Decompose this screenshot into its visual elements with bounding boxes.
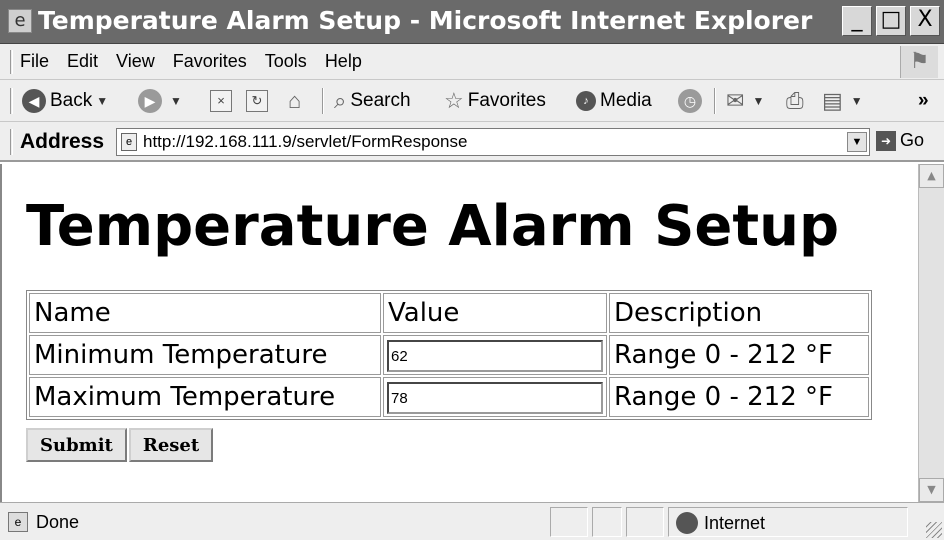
globe-icon	[676, 512, 698, 534]
toolbar-separator-2	[714, 88, 716, 114]
max-temp-cell	[383, 377, 607, 417]
form-buttons: Submit Reset	[26, 428, 215, 462]
minimize-button[interactable]: _	[842, 6, 872, 36]
standard-toolbar: ◀ Back ▼ ▶ ▼ × ↻ ⌂ ⌕ Search ☆ Favorites …	[0, 80, 944, 122]
windows-logo-icon: ⚑	[900, 46, 938, 78]
menu-favorites[interactable]: Favorites	[173, 51, 247, 72]
window-controls: _ □ X	[838, 6, 940, 36]
edit-dropdown-icon[interactable]: ▼	[851, 94, 863, 108]
page-viewport: Temperature Alarm Setup Name Value Descr…	[0, 164, 918, 502]
toolbar-grip[interactable]	[10, 88, 13, 114]
page-status-icon: e	[8, 512, 28, 532]
scroll-up-icon[interactable]: ▲	[919, 164, 944, 188]
submit-button[interactable]: Submit	[26, 428, 127, 462]
print-button[interactable]: ⎙	[786, 88, 808, 114]
menu-file[interactable]: File	[20, 51, 49, 72]
search-button[interactable]: ⌕ Search	[334, 88, 411, 114]
max-temp-input[interactable]	[387, 382, 603, 415]
status-panel	[592, 507, 622, 537]
back-button[interactable]: ◀ Back ▼	[22, 88, 108, 114]
window-title: Temperature Alarm Setup - Microsoft Inte…	[38, 6, 813, 35]
media-icon: ♪	[576, 91, 596, 111]
menu-help[interactable]: Help	[325, 51, 362, 72]
favorites-label: Favorites	[467, 90, 546, 111]
menu-view[interactable]: View	[116, 51, 155, 72]
menu-tools[interactable]: Tools	[265, 51, 307, 72]
mail-icon: ✉	[726, 88, 745, 113]
forward-arrow-icon: ▶	[138, 89, 162, 113]
address-bar: Address e http://192.168.111.9/servlet/F…	[0, 122, 944, 162]
menu-edit[interactable]: Edit	[67, 51, 98, 72]
back-dropdown-icon[interactable]: ▼	[96, 94, 108, 108]
mail-button[interactable]: ✉ ▼	[726, 88, 764, 114]
favorites-button[interactable]: ☆ Favorites	[444, 88, 546, 114]
media-button[interactable]: ♪ Media	[576, 88, 652, 114]
close-button[interactable]: X	[910, 6, 940, 36]
status-bar: e Done Internet	[0, 502, 944, 540]
status-text: Done	[36, 512, 80, 532]
history-button[interactable]: ◷	[678, 88, 706, 114]
ie-window-icon[interactable]: e	[8, 9, 32, 33]
zone-label: Internet	[704, 512, 766, 533]
history-icon: ◷	[678, 89, 702, 113]
reset-button[interactable]: Reset	[128, 428, 214, 462]
alarm-settings-table: Name Value Description Minimum Temperatu…	[26, 290, 872, 420]
home-icon: ⌂	[288, 88, 302, 113]
min-temp-cell	[383, 335, 607, 375]
star-icon: ☆	[444, 88, 464, 113]
go-button[interactable]: ➜ Go	[876, 130, 924, 151]
mail-dropdown-icon[interactable]: ▼	[752, 94, 764, 108]
table-row: Minimum Temperature Range 0 - 212 °F	[29, 335, 869, 375]
back-arrow-icon: ◀	[22, 89, 46, 113]
address-label: Address	[20, 130, 105, 153]
maximize-button[interactable]: □	[876, 6, 906, 36]
title-bar: e Temperature Alarm Setup - Microsoft In…	[0, 0, 944, 44]
table-row: Maximum Temperature Range 0 - 212 °F	[29, 377, 869, 417]
header-description: Description	[609, 293, 869, 333]
min-temp-label: Minimum Temperature	[29, 335, 381, 375]
stop-button[interactable]: ×	[210, 88, 232, 114]
edit-button[interactable]: ▤ ▼	[822, 88, 863, 114]
page-icon: e	[121, 133, 137, 151]
table-header-row: Name Value Description	[29, 293, 869, 333]
address-dropdown-icon[interactable]: ▼	[847, 132, 867, 152]
media-label: Media	[600, 90, 652, 111]
go-arrow-icon: ➜	[876, 130, 896, 151]
scroll-down-icon[interactable]: ▼	[919, 478, 944, 502]
home-button[interactable]: ⌂	[288, 88, 305, 114]
security-zone: Internet	[676, 512, 765, 534]
address-url: http://192.168.111.9/servlet/FormRespons…	[143, 132, 468, 151]
header-name: Name	[29, 293, 381, 333]
refresh-button[interactable]: ↻	[246, 88, 268, 114]
edit-icon: ▤	[822, 88, 843, 113]
forward-button[interactable]: ▶ ▼	[138, 88, 182, 114]
max-temp-description: Range 0 - 212 °F	[609, 377, 869, 417]
back-label: Back	[50, 90, 93, 111]
status-panel	[626, 507, 664, 537]
max-temp-label: Maximum Temperature	[29, 377, 381, 417]
min-temp-input[interactable]	[387, 340, 603, 373]
resize-grip-icon[interactable]	[926, 522, 942, 538]
search-icon: ⌕	[334, 88, 347, 113]
print-icon: ⎙	[786, 88, 804, 113]
search-label: Search	[350, 90, 411, 111]
menu-bar: File Edit View Favorites Tools Help ⚑	[0, 44, 944, 80]
min-temp-description: Range 0 - 212 °F	[609, 335, 869, 375]
toolbar-separator	[322, 88, 324, 114]
header-value: Value	[383, 293, 607, 333]
vertical-scrollbar[interactable]: ▲ ▼	[918, 164, 944, 502]
address-input[interactable]: e http://192.168.111.9/servlet/FormRespo…	[116, 128, 870, 156]
menu-grip[interactable]	[10, 50, 13, 74]
forward-dropdown-icon[interactable]: ▼	[170, 94, 182, 108]
page-title: Temperature Alarm Setup	[26, 194, 840, 259]
status-panel	[550, 507, 588, 537]
go-label: Go	[900, 130, 925, 150]
address-grip[interactable]	[10, 129, 13, 155]
refresh-icon: ↻	[246, 90, 268, 112]
toolbar-overflow-button[interactable]: »	[918, 88, 929, 114]
stop-icon: ×	[210, 90, 232, 112]
